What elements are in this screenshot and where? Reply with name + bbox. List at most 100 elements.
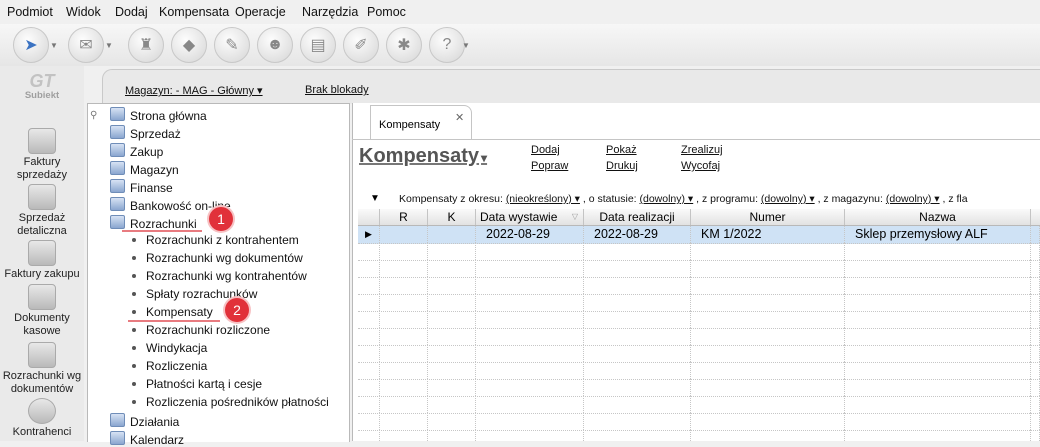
popraw-button[interactable]: Popraw	[531, 160, 568, 172]
nav-sprzedaz-detaliczna[interactable]: Sprzedaż detaliczna	[0, 184, 84, 238]
table-cell	[1031, 396, 1040, 413]
settings-icon[interactable]: ✱	[386, 27, 422, 63]
column-r[interactable]: R	[380, 209, 428, 225]
folder-icon	[110, 107, 125, 121]
people-icon[interactable]: ☻	[257, 27, 293, 63]
table-cell: KM 1/2022	[691, 226, 845, 243]
menu-narzedzia[interactable]: Narzędzia	[302, 5, 358, 19]
edit-icon[interactable]: ✐	[343, 27, 379, 63]
tree-item[interactable]: Kalendarz	[110, 431, 184, 447]
tree-item[interactable]: Sprzedaż	[110, 125, 181, 141]
column-data-realizacji[interactable]: Data realizacji	[584, 209, 691, 225]
table-row[interactable]	[358, 328, 1040, 346]
help-icon[interactable]: ?	[429, 27, 465, 63]
filter-warehouse[interactable]: (dowolny) ▾	[886, 193, 940, 205]
table-row[interactable]	[358, 311, 1040, 329]
tree-item[interactable]: Rozrachunki wg kontrahentów	[132, 269, 307, 283]
filter-program[interactable]: (dowolny) ▾	[761, 193, 815, 205]
table-cell	[845, 277, 1031, 294]
table-cell	[691, 345, 845, 362]
tree-item[interactable]: Strona główna	[110, 107, 207, 123]
table-cell: Sklep przemysłowy ALF	[845, 226, 1031, 243]
menu-operacje[interactable]: Operacje	[235, 5, 286, 19]
table-header: R K Data wystawie ▽ Data realizacji Numer…	[358, 209, 1040, 226]
tree-item[interactable]: Rozrachunki wg dokumentów	[132, 251, 303, 265]
table-cell	[584, 379, 691, 396]
tree-item[interactable]: Rozliczenia	[132, 359, 207, 373]
table-cell	[584, 294, 691, 311]
bullet-icon	[132, 382, 136, 386]
filter-period[interactable]: (nieokreślony) ▾	[506, 193, 580, 205]
tree-item[interactable]: Kompensaty	[132, 305, 213, 319]
tree-item[interactable]: Działania	[110, 413, 179, 429]
column-nazwa[interactable]: Nazwa	[845, 209, 1031, 225]
nav-dokumenty-kasowe[interactable]: Dokumenty kasowe	[0, 284, 84, 338]
tree-item[interactable]: Zakup	[110, 143, 163, 159]
menu-pomoc[interactable]: Pomoc	[367, 5, 406, 19]
table-row[interactable]	[358, 277, 1040, 295]
zrealizuj-button[interactable]: Zrealizuj	[681, 144, 723, 156]
envelope-icon[interactable]: ✉	[68, 27, 104, 63]
tree-item[interactable]: Rozrachunki rozliczone	[132, 323, 270, 337]
table-cell	[476, 328, 584, 345]
chevron-down-icon[interactable]: ▼	[462, 41, 470, 50]
table-cell	[380, 396, 428, 413]
filter-status[interactable]: (dowolny) ▾	[640, 193, 694, 205]
chevron-down-icon[interactable]: ▼	[50, 41, 58, 50]
table-row[interactable]	[358, 413, 1040, 431]
column-numer[interactable]: Numer	[691, 209, 845, 225]
nav-faktury-sprzedazy[interactable]: Faktury sprzedaży	[0, 128, 84, 182]
menu-dodaj[interactable]: Dodaj	[115, 5, 148, 19]
pointer-icon[interactable]: ➤	[13, 27, 49, 63]
table-row[interactable]	[358, 345, 1040, 363]
menu-kompensata[interactable]: Kompensata	[159, 5, 229, 19]
table-row[interactable]	[358, 379, 1040, 397]
table-row[interactable]	[358, 396, 1040, 414]
chevron-down-icon[interactable]: ▼	[105, 41, 113, 50]
filter-bar: Kompensaty z okresu: (nieokreślony) ▾ , …	[399, 193, 968, 205]
table-row[interactable]	[358, 243, 1040, 261]
drukuj-button[interactable]: Drukuj	[606, 160, 638, 172]
table-cell	[1031, 345, 1040, 362]
tree-item[interactable]: Finanse	[110, 179, 173, 195]
folder-icon	[110, 197, 125, 211]
tree-item[interactable]: Magazyn	[110, 161, 179, 177]
tools-icon[interactable]: ✎	[214, 27, 250, 63]
table-row[interactable]	[358, 430, 1040, 441]
nav-faktury-zakupu[interactable]: Faktury zakupu	[0, 240, 84, 281]
tab-kompensaty[interactable]: Kompensaty ✕	[370, 105, 472, 140]
table-row[interactable]: ▶ 2022-08-29 2022-08-29 KM 1/2022 Sklep prze…	[358, 226, 1040, 244]
table-row[interactable]	[358, 260, 1040, 278]
page-title[interactable]: Kompensaty ▾	[359, 145, 487, 168]
menu-widok[interactable]: Widok	[66, 5, 101, 19]
close-icon[interactable]: ✕	[455, 111, 464, 124]
column-k[interactable]: K	[428, 209, 476, 225]
stamp-icon[interactable]: ♜	[128, 27, 164, 63]
pokaz-button[interactable]: Pokaż	[606, 144, 637, 156]
nav-kontrahenci[interactable]: Kontrahenci	[0, 398, 84, 439]
tree-item[interactable]: Windykacja	[132, 341, 207, 355]
dodaj-button[interactable]: Dodaj	[531, 144, 560, 156]
warehouse-selector[interactable]: Magazyn: - MAG - Główny ▾	[125, 84, 263, 97]
wycofaj-button[interactable]: Wycofaj	[681, 160, 720, 172]
lock-status-link[interactable]: Brak blokady	[305, 84, 369, 96]
table-row[interactable]	[358, 362, 1040, 380]
menu-podmiot[interactable]: Podmiot	[7, 5, 53, 19]
folder-icon	[110, 431, 125, 445]
table-row[interactable]	[358, 294, 1040, 312]
printer-icon[interactable]: ▤	[300, 27, 336, 63]
eraser-icon[interactable]: ◆	[171, 27, 207, 63]
tree-item[interactable]: Rozliczenia pośredników płatności	[132, 395, 329, 409]
pin-icon[interactable]: ⚲	[90, 110, 97, 121]
table-cell	[476, 396, 584, 413]
table-cell	[691, 379, 845, 396]
tree-item[interactable]: Rozrachunki z kontrahentem	[132, 233, 299, 247]
column-data-wystawienia[interactable]: Data wystawie ▽	[476, 209, 584, 225]
filter-toggle-icon[interactable]: ▼	[370, 193, 380, 204]
table-cell	[845, 243, 1031, 260]
table-cell	[358, 277, 380, 294]
app-logo: GT Subiekt	[14, 72, 70, 106]
tree-item[interactable]: Płatności kartą i cesje	[132, 377, 262, 391]
nav-rozrachunki-wg-dokumentow[interactable]: Rozrachunki wg dokumentów	[0, 342, 84, 396]
tree-item[interactable]: Rozrachunki	[110, 215, 197, 231]
